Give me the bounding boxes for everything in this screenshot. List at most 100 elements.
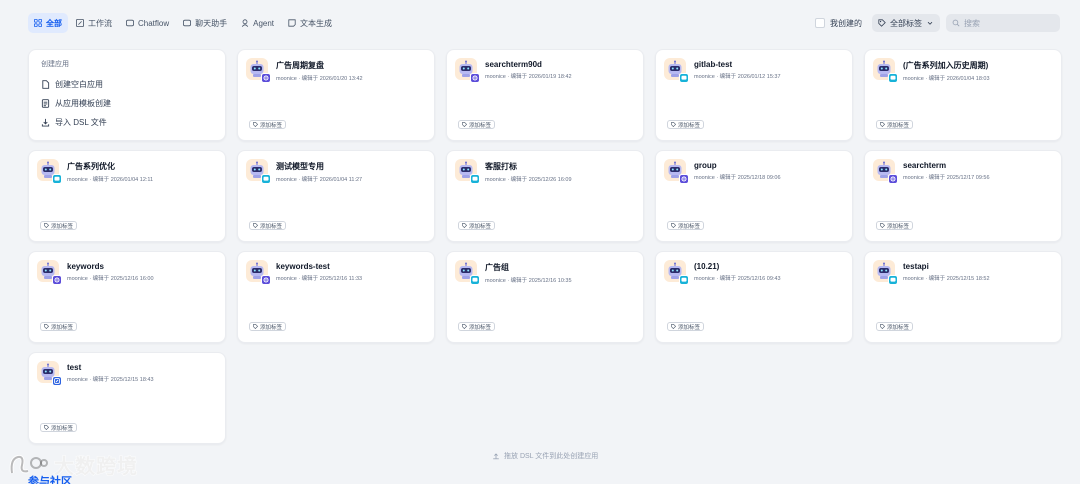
app-edited-meta: moonice · 编辑于 2025/12/16 16:00 xyxy=(67,276,154,282)
search-input[interactable] xyxy=(964,18,1054,28)
tab-agent[interactable]: Agent xyxy=(235,13,280,33)
app-info: keywords moonice · 编辑于 2025/12/16 16:00 xyxy=(67,260,154,282)
search-box[interactable] xyxy=(946,14,1060,32)
create-blank-app-button[interactable]: 创建空白应用 xyxy=(41,75,213,94)
app-info: 广告系列优化 moonice · 编辑于 2026/01/04 12:11 xyxy=(67,159,153,183)
add-tag-button[interactable]: 添加标签 xyxy=(458,322,496,331)
tag-icon xyxy=(880,324,885,329)
app-type-badge xyxy=(261,73,271,83)
app-card-header: group moonice · 编辑于 2025/12/18 09:06 xyxy=(664,159,844,184)
app-card[interactable]: searchterm90d moonice · 编辑于 2026/01/19 18… xyxy=(446,49,644,141)
app-card[interactable]: 广告组 moonice · 编辑于 2025/12/16 10:35 添加标签 xyxy=(446,251,644,343)
import-dsl-label: 导入 DSL 文件 xyxy=(55,118,107,127)
add-tag-button[interactable]: 添加标签 xyxy=(876,322,914,331)
chat-badge-icon xyxy=(890,277,896,282)
app-card[interactable]: 广告周期复盘 moonice · 编辑于 2026/01/20 13:42 添加标签 xyxy=(237,49,435,141)
created-by-me-filter[interactable]: 我创建的 xyxy=(815,18,862,29)
create-blank-app-label: 创建空白应用 xyxy=(55,80,103,89)
app-avatar xyxy=(664,159,689,184)
app-card[interactable]: testapi moonice · 编辑于 2025/12/15 18:52 添加标… xyxy=(864,251,1062,343)
app-avatar xyxy=(246,159,271,184)
app-name: searchterm90d xyxy=(485,60,542,69)
app-type-badge xyxy=(679,73,689,83)
agent-badge-icon xyxy=(472,75,478,81)
add-tag-button[interactable]: 添加标签 xyxy=(40,322,78,331)
app-card[interactable]: (广告系列加入历史周期) moonice · 编辑于 2026/01/04 18:… xyxy=(864,49,1062,141)
app-edited-meta: moonice · 编辑于 2025/12/16 11:33 xyxy=(276,276,363,282)
agent-badge-icon xyxy=(263,277,269,283)
add-tag-button[interactable]: 添加标签 xyxy=(458,120,496,129)
app-edited-meta: moonice · 编辑于 2026/01/04 12:11 xyxy=(67,177,154,183)
add-tag-label: 添加标签 xyxy=(51,425,74,432)
community-link[interactable]: 参与社区 xyxy=(28,473,72,484)
tab-label: 全部 xyxy=(46,18,62,28)
chat-badge-icon xyxy=(54,176,60,181)
add-tag-button[interactable]: 添加标签 xyxy=(876,120,914,129)
tab-label: 工作流 xyxy=(88,18,112,28)
add-tag-button[interactable]: 添加标签 xyxy=(667,120,705,129)
app-type-badge xyxy=(679,174,689,184)
app-card-header: 广告周期复盘 moonice · 编辑于 2026/01/20 13:42 xyxy=(246,58,426,83)
add-tag-button[interactable]: 添加标签 xyxy=(40,423,78,432)
app-card[interactable]: keywords-test moonice · 编辑于 2025/12/16 11… xyxy=(237,251,435,343)
chat-icon xyxy=(183,19,192,27)
app-card-header: testapi moonice · 编辑于 2025/12/15 18:52 xyxy=(873,260,1053,285)
add-tag-label: 添加标签 xyxy=(469,223,492,230)
app-card-header: 广告系列优化 moonice · 编辑于 2026/01/04 12:11 xyxy=(37,159,217,184)
import-dsl-button[interactable]: 导入 DSL 文件 xyxy=(41,113,213,132)
tag-filter-label: 全部标签 xyxy=(890,18,922,28)
app-info: 测试模型专用 moonice · 编辑于 2026/01/04 11:27 xyxy=(276,159,362,183)
created-by-me-checkbox[interactable] xyxy=(815,18,825,28)
agent-badge-icon xyxy=(54,277,60,283)
app-edited-meta: moonice · 编辑于 2025/12/16 10:35 xyxy=(485,278,572,284)
app-type-badge xyxy=(52,376,62,386)
app-card[interactable]: group moonice · 编辑于 2025/12/18 09:06 添加标签 xyxy=(655,150,853,242)
add-tag-button[interactable]: 添加标签 xyxy=(667,322,705,331)
app-card[interactable]: searchterm moonice · 编辑于 2025/12/17 09:56… xyxy=(864,150,1062,242)
add-tag-button[interactable]: 添加标签 xyxy=(876,221,914,230)
tag-filter-dropdown[interactable]: 全部标签 xyxy=(872,14,940,32)
app-name: (10.21) xyxy=(694,262,720,271)
chat-badge-icon xyxy=(472,277,478,282)
add-tag-button[interactable]: 添加标签 xyxy=(458,221,496,230)
agent-badge-icon xyxy=(681,176,687,182)
app-card-header: (10.21) moonice · 编辑于 2025/12/16 09:43 xyxy=(664,260,844,285)
tab-chatflow[interactable]: Chatflow xyxy=(120,13,175,33)
tag-icon xyxy=(253,122,258,127)
app-card[interactable]: 测试模型专用 moonice · 编辑于 2026/01/04 11:27 添加标签 xyxy=(237,150,435,242)
tag-icon xyxy=(44,223,49,228)
app-name: group xyxy=(694,161,717,170)
app-type-badge xyxy=(470,73,480,83)
app-card[interactable]: (10.21) moonice · 编辑于 2025/12/16 09:43 添加标… xyxy=(655,251,853,343)
tab-text-generation[interactable]: 文本生成 xyxy=(282,13,338,33)
app-card[interactable]: gitlab-test moonice · 编辑于 2026/01/12 15:3… xyxy=(655,49,853,141)
add-tag-button[interactable]: 添加标签 xyxy=(667,221,705,230)
app-edited-meta: moonice · 编辑于 2026/01/20 13:42 xyxy=(276,76,363,82)
text-icon xyxy=(288,19,296,27)
app-card[interactable]: test moonice · 编辑于 2025/12/15 18:43 添加标签 xyxy=(28,352,226,444)
app-edited-meta: moonice · 编辑于 2025/12/15 18:52 xyxy=(903,276,990,282)
app-edited-meta: moonice · 编辑于 2026/01/04 18:03 xyxy=(903,76,990,82)
tab-chat-assistant[interactable]: 聊天助手 xyxy=(177,13,233,33)
app-card[interactable]: 广告系列优化 moonice · 编辑于 2026/01/04 12:11 添加标签 xyxy=(28,150,226,242)
add-tag-label: 添加标签 xyxy=(260,324,283,331)
add-tag-button[interactable]: 添加标签 xyxy=(249,322,287,331)
app-card[interactable]: keywords moonice · 编辑于 2025/12/16 16:00 添加… xyxy=(28,251,226,343)
add-tag-label: 添加标签 xyxy=(469,122,492,129)
tab-all[interactable]: 全部 xyxy=(28,13,68,33)
file-icon xyxy=(42,80,50,89)
app-avatar xyxy=(455,159,480,184)
add-tag-button[interactable]: 添加标签 xyxy=(249,120,287,129)
app-card-header: searchterm moonice · 编辑于 2025/12/17 09:56 xyxy=(873,159,1053,184)
tag-icon xyxy=(253,223,258,228)
app-edited-meta: moonice · 编辑于 2026/01/04 11:27 xyxy=(276,177,363,183)
tab-workflow[interactable]: 工作流 xyxy=(70,13,118,33)
import-icon xyxy=(41,118,50,127)
add-tag-button[interactable]: 添加标签 xyxy=(249,221,287,230)
chat-badge-icon xyxy=(681,277,687,282)
add-tag-button[interactable]: 添加标签 xyxy=(40,221,78,230)
create-from-template-button[interactable]: 从应用模板创建 xyxy=(41,94,213,113)
app-card[interactable]: 客服打标 moonice · 编辑于 2025/12/26 16:09 添加标签 xyxy=(446,150,644,242)
chatflow-icon xyxy=(126,19,134,27)
add-tag-label: 添加标签 xyxy=(887,223,910,230)
